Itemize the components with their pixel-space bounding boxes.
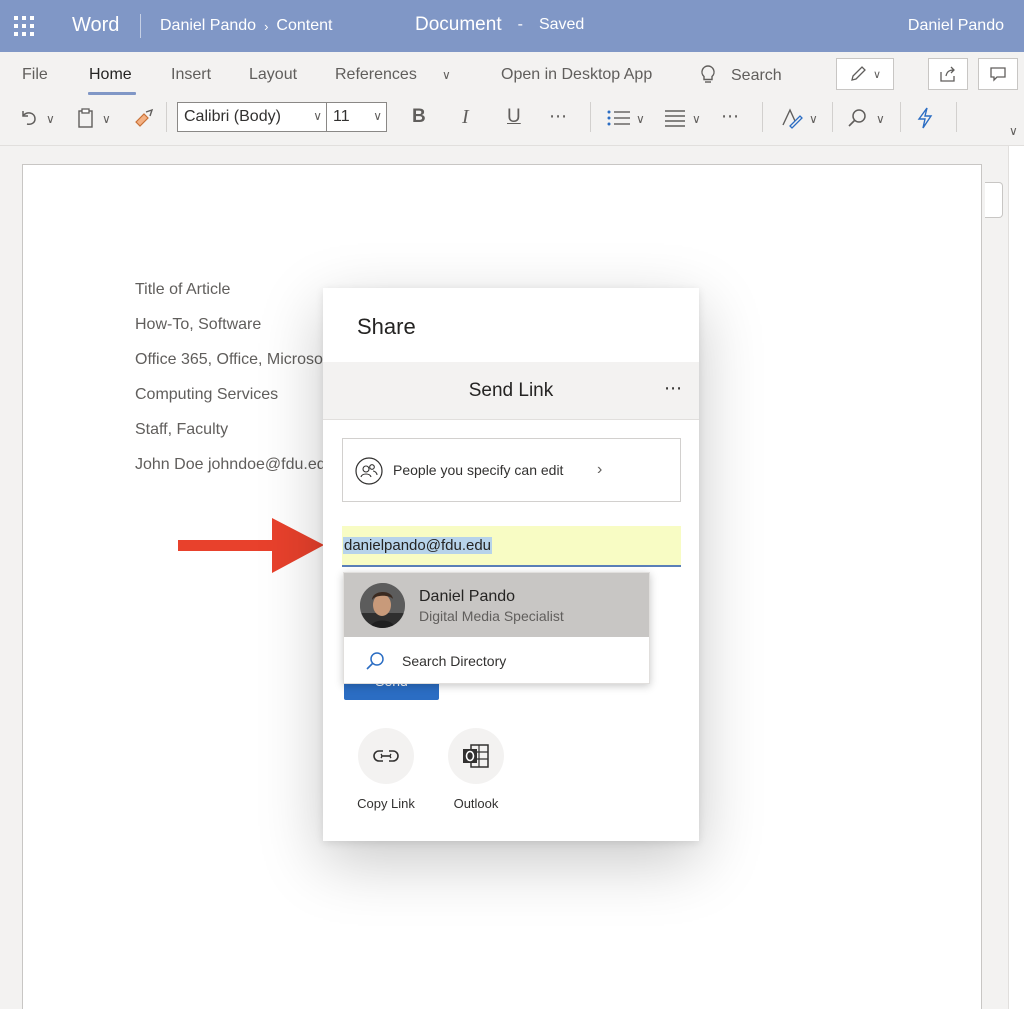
more-options-button[interactable]: ⋯ [664,378,683,399]
pencil-icon [851,66,866,81]
document-title-area: Document - Saved [415,14,584,36]
ribbon-divider [900,102,901,132]
ribbon-collapse-chevron-icon[interactable]: ∨ [1009,124,1018,138]
format-painter-icon[interactable] [132,108,156,128]
account-name[interactable]: Daniel Pando [908,17,1004,35]
outlook-icon [463,744,489,768]
ribbon: File Home Insert Layout References ∨ Ope… [0,52,1024,146]
link-icon [373,750,399,762]
outlook-label: Outlook [453,796,499,811]
italic-button[interactable]: I [462,106,469,129]
align-icon[interactable] [663,108,687,128]
tab-file[interactable]: File [22,66,48,84]
suggestion-person-name: Daniel Pando [419,588,516,605]
title-separator [140,14,141,38]
ribbon-divider [590,102,591,132]
breadcrumb: Daniel Pando › Content [160,17,332,35]
share-icon [940,66,955,82]
more-tabs-chevron-icon[interactable]: ∨ [442,68,451,82]
doc-line-title: Title of Article [135,281,231,298]
comment-icon [990,67,1006,82]
doc-line-category: How-To, Software [135,316,262,333]
app-launcher-icon[interactable] [14,16,34,36]
ribbon-divider [762,102,763,132]
undo-icon[interactable] [18,108,40,128]
chevron-down-icon: ∨ [872,68,882,81]
bullets-chevron-icon[interactable]: ∨ [636,112,645,126]
lightning-icon[interactable] [915,106,935,130]
chevron-down-icon: ∨ [313,109,322,123]
breadcrumb-user[interactable]: Daniel Pando [160,17,256,35]
title-bar: Word Daniel Pando › Content Document - S… [0,0,1024,52]
bold-button[interactable]: B [412,106,426,128]
font-size-value: 11 [333,108,350,125]
copy-link-action[interactable]: Copy Link [351,728,421,811]
search-button[interactable]: Search [731,67,782,85]
chevron-down-icon: ∨ [373,109,382,123]
ribbon-divider [956,102,957,132]
annotation-arrow [178,518,324,573]
recipient-email-input[interactable]: danielpando@fdu.edu [342,526,681,567]
save-status: Saved [538,16,585,33]
clipboard-icon[interactable] [76,107,96,129]
styles-icon[interactable] [780,107,804,129]
paste-chevron-icon[interactable]: ∨ [102,112,111,126]
bullets-icon[interactable] [606,108,632,128]
tab-layout[interactable]: Layout [249,66,297,84]
search-directory-label: Search Directory [402,653,507,669]
ribbon-divider [832,102,833,132]
tab-home[interactable]: Home [89,66,132,84]
doc-line-audience: Staff, Faculty [135,421,229,438]
doc-line-contact: John Doe johndoe@fdu.edu [135,456,335,473]
tab-references[interactable]: References [335,66,417,84]
share-dialog-title: Share [357,314,416,339]
more-paragraph-options-button[interactable]: ⋯ [721,106,739,127]
open-desktop-app-button[interactable]: Open in Desktop App [501,66,652,84]
recipient-email-value: danielpando@fdu.edu [343,537,493,554]
undo-chevron-icon[interactable]: ∨ [46,112,55,126]
search-icon [366,652,384,670]
active-tab-indicator [88,92,136,95]
send-link-title: Send Link [468,380,554,401]
document-name[interactable]: Document [415,14,502,36]
copy-link-label: Copy Link [357,796,415,811]
find-chevron-icon[interactable]: ∨ [876,112,885,126]
link-permission-selector[interactable]: People you specify can edit › [342,438,681,502]
app-name[interactable]: Word [72,14,119,37]
share-button[interactable] [928,58,968,90]
editing-mode-button[interactable]: ∨ [836,58,894,90]
font-name-select[interactable]: Calibri (Body) ∨ [177,102,327,132]
side-panel-handle[interactable] [985,182,1003,218]
more-font-options-button[interactable]: ⋯ [549,106,567,127]
chevron-right-icon: › [597,461,603,478]
suggestion-person-item[interactable]: Daniel Pando Digital Media Specialist [344,573,649,637]
vertical-scrollbar[interactable] [1008,146,1024,1009]
send-link-header: Send Link ⋯ [323,362,699,420]
permission-label: People you specify can edit [393,462,564,478]
search-directory-item[interactable]: Search Directory [344,637,649,683]
tab-insert[interactable]: Insert [171,66,211,84]
ribbon-divider [166,102,167,132]
underline-button[interactable]: U [507,106,521,128]
breadcrumb-folder[interactable]: Content [276,17,332,35]
people-icon [355,457,383,485]
outlook-action[interactable]: Outlook [441,728,511,811]
font-size-select[interactable]: 11 ∨ [326,102,387,132]
doc-line-department: Computing Services [135,386,279,403]
styles-chevron-icon[interactable]: ∨ [809,112,818,126]
lightbulb-icon [701,65,715,83]
avatar [360,583,405,628]
align-chevron-icon[interactable]: ∨ [692,112,701,126]
people-suggestions-dropdown: Daniel Pando Digital Media Specialist Se… [343,572,650,684]
share-dialog: Share Send Link ⋯ People you specify can… [323,288,699,841]
doc-line-tags: Office 365, Office, Microsoft [135,351,332,368]
suggestion-person-title: Digital Media Specialist [419,608,564,624]
comments-button[interactable] [978,58,1018,90]
title-dash: - [517,16,523,33]
font-name-value: Calibri (Body) [184,108,281,125]
copy-link-button[interactable] [358,728,414,784]
chevron-right-icon: › [264,18,269,34]
find-icon[interactable] [846,107,870,129]
outlook-button[interactable] [448,728,504,784]
